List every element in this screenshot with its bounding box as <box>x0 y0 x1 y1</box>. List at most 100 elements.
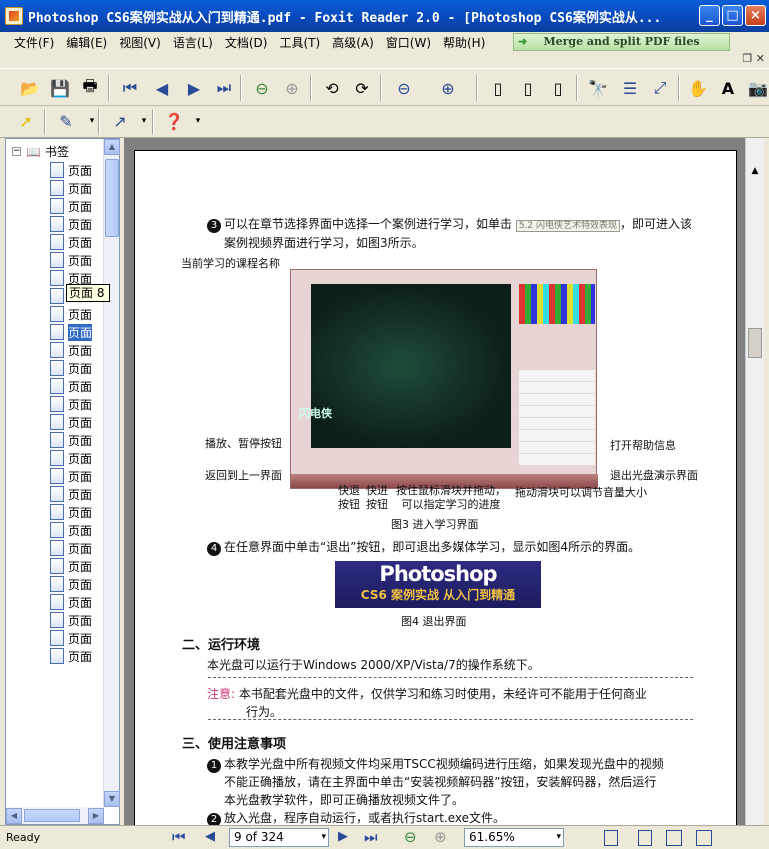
minimize-button[interactable]: _ <box>699 5 720 26</box>
bookmark-item[interactable]: 页面 <box>50 359 92 377</box>
bookmark-item[interactable]: 页面 <box>50 449 92 467</box>
bookmark-item[interactable]: 页面 <box>50 485 92 503</box>
step4-line: 4 在任意界面中单击“退出”按钮，即可退出多媒体学习，显示如图4所示的界面。 <box>207 538 640 556</box>
fullscreen-icon[interactable]: ⤢ <box>648 77 672 99</box>
menu-help[interactable]: 帮助(H) <box>437 34 491 51</box>
next-page-icon[interactable]: ▶ <box>182 77 206 99</box>
bookmark-item[interactable]: 页面 <box>50 179 92 197</box>
chevron-down-icon[interactable]: ▾ <box>321 829 326 846</box>
chevron-down-icon[interactable]: ▾ <box>186 110 210 132</box>
single-page-view-icon[interactable] <box>604 830 618 846</box>
bookmark-item[interactable]: 页面 <box>50 413 92 431</box>
next-page-status-icon[interactable]: ▶ <box>338 829 348 844</box>
facing-view-icon[interactable] <box>666 830 682 846</box>
bookmark-item[interactable]: 页面 <box>50 341 92 359</box>
menu-file[interactable]: 文件(F) <box>8 34 60 51</box>
continuous-facing-view-icon[interactable] <box>696 830 712 846</box>
page-icon <box>50 342 64 358</box>
bookmark-item[interactable]: 页面 <box>50 647 92 665</box>
scroll-thumb[interactable] <box>105 159 119 237</box>
scroll-left-icon[interactable]: ◀ <box>6 808 22 824</box>
prev-page-icon[interactable]: ◀ <box>150 77 174 99</box>
collapse-icon[interactable]: − <box>12 147 21 156</box>
rotate-right-icon[interactable]: ⟳ <box>350 77 374 99</box>
menu-view[interactable]: 视图(V) <box>113 34 167 51</box>
zoom-out-icon[interactable]: ⊖ <box>392 77 416 99</box>
hscroll-thumb[interactable] <box>24 809 80 822</box>
close-doc-icon[interactable]: ✕ <box>756 52 765 65</box>
document-vertical-scrollbar[interactable]: ▲ <box>745 138 764 825</box>
menu-edit[interactable]: 编辑(E) <box>60 34 113 51</box>
bookmark-item[interactable]: 页面 <box>50 575 92 593</box>
chevron-down-icon[interactable]: ▾ <box>80 110 104 132</box>
annotation-tool-icon[interactable]: ✎ <box>54 110 78 132</box>
menu-language[interactable]: 语言(L) <box>167 34 219 51</box>
bookmark-item[interactable]: 页面 <box>50 629 92 647</box>
scroll-down-icon[interactable]: ▼ <box>104 791 120 807</box>
arrow-tool-icon[interactable]: ↗ <box>108 110 132 132</box>
bookmark-item[interactable]: 页面 <box>50 377 92 395</box>
bookmark-item[interactable]: 页面 <box>50 539 92 557</box>
bookmark-item[interactable]: 页面 <box>50 611 92 629</box>
menu-tools[interactable]: 工具(T) <box>273 34 326 51</box>
first-page-icon[interactable]: ⏮ <box>118 77 142 99</box>
select-cursor-icon[interactable]: ➚ <box>14 110 38 132</box>
prev-page-status-icon[interactable]: ◀ <box>205 829 215 844</box>
find-icon[interactable]: 🔭 <box>586 77 610 99</box>
doc-scroll-thumb[interactable] <box>748 328 762 358</box>
zoom-in-icon[interactable]: ⊕ <box>436 77 460 99</box>
bookmark-item[interactable]: 页面 <box>50 431 92 449</box>
hand-tool-icon[interactable]: ✋ <box>686 77 710 99</box>
bookmark-item[interactable]: 页面 <box>50 251 92 269</box>
restore-icon[interactable]: ❐ <box>742 52 752 65</box>
close-button[interactable]: × <box>745 5 766 26</box>
bookmark-item[interactable]: 页面 <box>50 161 92 179</box>
continuous-view-icon[interactable] <box>638 830 652 846</box>
bookmark-root[interactable]: − 📖 书签 <box>12 143 69 160</box>
bookmark-item[interactable]: 页面 <box>50 233 92 251</box>
bookmark-item[interactable]: 页面 <box>50 323 93 341</box>
forward-icon[interactable]: ⊕ <box>280 77 304 99</box>
bookmark-item[interactable]: 页面 <box>50 521 92 539</box>
text-select-icon[interactable]: A <box>716 77 740 99</box>
menu-window[interactable]: 窗口(W) <box>380 34 437 51</box>
chevron-down-icon[interactable]: ▾ <box>556 829 561 846</box>
back-status-icon[interactable]: ⊖ <box>404 828 417 846</box>
save-icon[interactable]: 💾 <box>48 77 72 99</box>
first-page-status-icon[interactable]: ⏮ <box>172 828 186 846</box>
forward-status-icon[interactable]: ⊕ <box>434 828 447 846</box>
fit-width-icon[interactable]: ▯ <box>546 77 570 99</box>
back-icon[interactable]: ⊖ <box>250 77 274 99</box>
bookmark-item[interactable]: 页面 <box>50 557 92 575</box>
sidebar-vertical-scrollbar[interactable]: ▲ ▼ <box>103 139 120 807</box>
print-icon[interactable]: 🖶 <box>78 76 102 99</box>
maximize-button[interactable]: □ <box>722 5 743 26</box>
single-page-icon[interactable]: ▯ <box>486 77 510 99</box>
scroll-right-icon[interactable]: ▶ <box>88 808 104 824</box>
bookmark-item[interactable]: 页面 <box>50 197 92 215</box>
page-icon <box>50 198 64 214</box>
scroll-up-icon[interactable]: ▲ <box>746 166 764 176</box>
last-page-icon[interactable]: ⏭ <box>212 77 236 99</box>
merge-split-button[interactable]: ➜ Merge and split PDF files <box>513 33 730 51</box>
bookmark-item[interactable]: 页面 <box>50 503 92 521</box>
menu-advanced[interactable]: 高级(A) <box>326 34 380 51</box>
fit-page-icon[interactable]: ▯ <box>516 77 540 99</box>
snapshot-icon[interactable]: 📷 <box>746 77 769 99</box>
page-indicator-field[interactable]: 9 of 324 ▾ <box>229 828 329 847</box>
zoom-field[interactable]: 61.65% ▾ <box>464 828 564 847</box>
bookmark-item[interactable]: 页面 <box>50 305 92 323</box>
bookmark-item[interactable]: 页面 <box>50 395 92 413</box>
rotate-left-icon[interactable]: ⟲ <box>320 77 344 99</box>
sidebar-horizontal-scrollbar[interactable]: ◀ ▶ <box>6 807 104 824</box>
scroll-up-icon[interactable]: ▲ <box>104 139 120 155</box>
bookmark-item[interactable]: 页面 <box>50 593 92 611</box>
bookmark-item[interactable]: 页面 <box>50 215 92 233</box>
help-icon[interactable]: ❓ <box>162 110 186 132</box>
bookmark-item[interactable]: 页面 <box>50 467 92 485</box>
last-page-status-icon[interactable]: ⏭ <box>364 828 378 846</box>
note-divider-top <box>208 677 693 678</box>
open-icon[interactable]: 📂 <box>18 77 42 99</box>
bookmark-panel-icon[interactable]: ☰ <box>618 77 642 99</box>
menu-document[interactable]: 文档(D) <box>219 34 274 51</box>
